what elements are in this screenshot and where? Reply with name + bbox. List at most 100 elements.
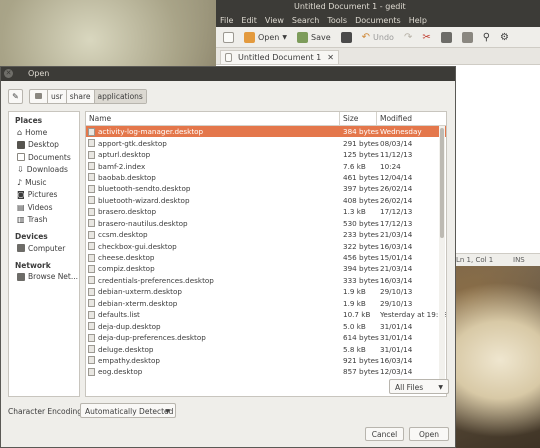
file-row[interactable]: bamf-2.index 7.6 kB 10:24 [86, 160, 446, 171]
menu-documents[interactable]: Documents [355, 16, 401, 25]
sidebar-item-computer[interactable]: Computer [9, 242, 79, 255]
find-button[interactable]: ⚲ [480, 29, 493, 45]
file-row[interactable]: eog.desktop 857 bytes 12/03/14 [86, 366, 446, 377]
menu-search[interactable]: Search [292, 16, 319, 25]
file-row[interactable]: debian-uxterm.desktop 1.9 kB 29/10/13 [86, 286, 446, 297]
file-name: compiz.desktop [98, 264, 155, 274]
file-size-cell: 384 bytes [343, 127, 379, 137]
places-heading: Places [15, 116, 43, 125]
crumb-share[interactable]: share [67, 89, 95, 103]
save-button[interactable]: Save [294, 29, 334, 45]
file-name: apport-gtk.desktop [98, 138, 167, 148]
menu-file[interactable]: File [220, 16, 233, 25]
sidebar-item-desktop[interactable]: Desktop [9, 139, 79, 152]
file-row[interactable]: brasero.desktop 1.3 kB 17/12/13 [86, 206, 446, 217]
type-location-button[interactable]: ✎ [8, 88, 23, 104]
file-name: ccsm.desktop [98, 230, 148, 240]
sidebar-item-label: Trash [27, 215, 48, 225]
file-icon [88, 299, 95, 308]
file-row[interactable]: compiz.desktop 394 bytes 21/03/14 [86, 263, 446, 274]
file-row[interactable]: deja-dup-preferences.desktop 614 bytes 31/… [86, 332, 446, 343]
file-row[interactable]: checkbox-gui.desktop 322 bytes 16/03/14 [86, 240, 446, 251]
file-name-cell: credentials-preferences.desktop [86, 276, 340, 285]
open-button[interactable]: Open ▼ [241, 29, 290, 45]
save-icon [297, 31, 308, 43]
file-row[interactable]: brasero-nautilus.desktop 530 bytes 17/12/1… [86, 218, 446, 229]
close-icon[interactable]: ✕ [327, 53, 334, 62]
file-row[interactable]: cheese.desktop 456 bytes 15/01/14 [86, 252, 446, 263]
gedit-menubar: File Edit View Search Tools Documents He… [216, 14, 540, 27]
file-type-filter[interactable]: All Files ▼ [389, 379, 449, 394]
menu-help[interactable]: Help [409, 16, 427, 25]
file-icon [88, 264, 95, 273]
sidebar-item-pictures[interactable]: ◙ Pictures [9, 189, 79, 202]
column-header-size[interactable]: Size [340, 112, 377, 125]
chevron-down-icon[interactable]: ▼ [282, 34, 287, 41]
redo-icon: ↷ [403, 31, 413, 43]
file-row[interactable]: bluetooth-sendto.desktop 397 bytes 26/02/1… [86, 183, 446, 194]
paste-button[interactable] [459, 29, 476, 45]
file-icon [88, 127, 95, 136]
file-modified-cell: 12/03/14 [380, 367, 413, 377]
crumb-root[interactable] [30, 89, 48, 103]
file-modified-cell: 16/03/14 [380, 241, 413, 251]
menu-tools[interactable]: Tools [327, 16, 347, 25]
sidebar-item-home[interactable]: ⌂ Home [9, 126, 79, 139]
sidebar-item-browse-network[interactable]: Browse Net... [9, 271, 79, 284]
cut-button[interactable]: ✂ [419, 29, 433, 45]
file-row[interactable]: deluge.desktop 5.8 kB 31/01/14 [86, 343, 446, 354]
sidebar-item-documents[interactable]: Documents [9, 151, 79, 164]
download-icon: ⇩ [17, 165, 24, 175]
file-row[interactable]: apturl.desktop 125 bytes 11/12/13 [86, 149, 446, 160]
file-row[interactable]: bluetooth-wizard.desktop 408 bytes 26/02/1… [86, 195, 446, 206]
documents-icon [17, 153, 25, 162]
file-row[interactable]: ccsm.desktop 233 bytes 21/03/14 [86, 229, 446, 240]
file-modified-cell: Wednesday [380, 127, 422, 137]
sidebar-item-downloads[interactable]: ⇩ Downloads [9, 164, 79, 177]
file-modified-cell: 29/10/13 [380, 298, 413, 308]
replace-button[interactable]: ⚙ [497, 29, 512, 45]
new-button[interactable] [220, 29, 237, 45]
print-button[interactable] [338, 29, 355, 45]
crumb-usr[interactable]: usr [48, 89, 67, 103]
scrollbar-thumb[interactable] [440, 128, 444, 238]
column-header-name[interactable]: Name [86, 112, 340, 125]
network-icon [17, 272, 25, 281]
file-row[interactable]: defaults.list 10.7 kB Yesterday at 19:18 [86, 309, 446, 320]
file-row[interactable]: debian-xterm.desktop 1.9 kB 29/10/13 [86, 298, 446, 309]
file-row[interactable]: credentials-preferences.desktop 333 bytes… [86, 275, 446, 286]
sidebar-item-label: Desktop [28, 140, 59, 150]
file-modified-cell: 12/04/14 [380, 172, 413, 182]
crumb-applications[interactable]: applications [94, 89, 146, 103]
file-name: deja-dup.desktop [98, 321, 161, 331]
redo-button[interactable]: ↷ [401, 29, 415, 45]
file-row[interactable]: baobab.desktop 461 bytes 12/04/14 [86, 172, 446, 183]
sidebar-item-label: Videos [27, 202, 53, 212]
file-row[interactable]: deja-dup.desktop 5.0 kB 31/01/14 [86, 320, 446, 331]
file-row[interactable]: apport-gtk.desktop 291 bytes 08/03/14 [86, 137, 446, 148]
sidebar-item-trash[interactable]: ▥ Trash [9, 214, 79, 227]
encoding-label: Character Encoding: [8, 407, 85, 416]
open-button[interactable]: Open [409, 427, 449, 441]
file-icon [88, 139, 95, 148]
copy-button[interactable] [438, 29, 455, 45]
file-modified-cell: 11/12/13 [380, 150, 413, 160]
sidebar-item-videos[interactable]: ▤ Videos [9, 201, 79, 214]
file-row[interactable]: empathy.desktop 921 bytes 16/03/14 [86, 355, 446, 366]
sidebar-item-label: Downloads [26, 165, 68, 175]
menu-view[interactable]: View [265, 16, 284, 25]
undo-button[interactable]: ↶ Undo [359, 29, 397, 45]
file-row[interactable]: activity-log-manager.desktop 384 bytes Wed… [86, 126, 446, 138]
file-name-cell: apport-gtk.desktop [86, 139, 340, 148]
close-icon[interactable]: ✕ [4, 69, 13, 78]
sidebar-item-music[interactable]: ♪ Music [9, 176, 79, 189]
encoding-select[interactable]: Automatically Detected ▼ [80, 403, 176, 418]
scrollbar[interactable] [439, 126, 445, 394]
sidebar-item-label: Browse Net... [28, 272, 79, 282]
column-header-modified[interactable]: Modified [377, 112, 439, 125]
tab-untitled-document[interactable]: Untitled Document 1 ✕ [220, 50, 339, 64]
file-list: Name Size Modified activity-log-manager.… [85, 111, 447, 397]
file-name: debian-uxterm.desktop [98, 287, 182, 297]
cancel-button[interactable]: Cancel [365, 427, 404, 441]
menu-edit[interactable]: Edit [241, 16, 257, 25]
